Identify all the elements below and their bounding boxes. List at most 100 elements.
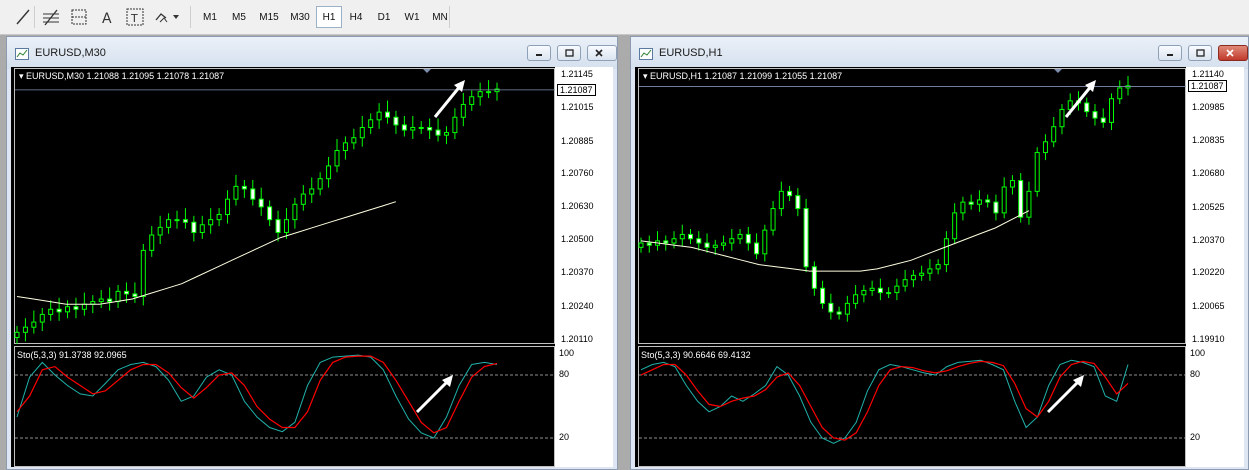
chart-window-h1: EURUSD,H1 ▾ EURUSD,H1 1.21087 1.21099 1.2… (630, 36, 1249, 470)
chart-shift-marker (423, 69, 431, 73)
chart-canvas (14, 68, 555, 467)
candle-body (976, 199, 982, 205)
price-scale: 1.21140 1.20985 1.20835 1.20680 1.20525 1.203… (1186, 67, 1244, 467)
candle-body (894, 285, 900, 294)
candle-body (1009, 180, 1015, 188)
price-tick-label: 1.21140 (1192, 69, 1224, 79)
maximize-button[interactable] (557, 45, 581, 61)
candle-body (729, 238, 735, 244)
timeframe-button-m1[interactable]: M1 (196, 6, 224, 28)
fibonacci-icon[interactable] (40, 6, 62, 28)
timeframe-button-m5[interactable]: M5 (225, 6, 253, 28)
candle-body (81, 303, 87, 310)
candle-body (704, 242, 710, 248)
price-tick-label: 1.20220 (1192, 267, 1225, 278)
minimize-button[interactable] (1158, 45, 1182, 61)
candle-body (241, 185, 247, 190)
candle-body (65, 306, 71, 313)
stochastic-tick-label: 20 (1190, 432, 1201, 442)
line-tool-icon[interactable] (12, 6, 34, 28)
stochastic-tick-label: 80 (559, 369, 570, 379)
text-tool-icon[interactable]: A (96, 6, 118, 28)
chart-shift-marker (1054, 69, 1062, 73)
candle-body (696, 238, 702, 244)
candle-body (1117, 87, 1123, 100)
maximize-button[interactable] (1188, 45, 1212, 61)
candle-body (952, 212, 958, 240)
candle-body (861, 289, 867, 296)
candle-body (927, 268, 933, 274)
chart-window-icon (639, 47, 653, 60)
candle-body (401, 124, 407, 131)
candle-body (1026, 190, 1032, 218)
candle-body (250, 188, 256, 200)
candle-body (795, 195, 801, 210)
candle-body (140, 249, 146, 297)
chart-canvas (638, 68, 1186, 467)
grid-tool-icon[interactable] (68, 6, 90, 28)
timeframe-button-m30[interactable]: M30 (285, 6, 315, 28)
candle-body (1084, 102, 1090, 113)
price-tick-label: 1.20835 (1192, 134, 1225, 145)
candle-body (943, 238, 949, 266)
candle-body (326, 165, 332, 180)
chart-area[interactable]: ▾ EURUSD,M30 1.21088 1.21095 1.21078 1.2… (11, 67, 613, 467)
minimize-button[interactable] (527, 45, 551, 61)
stochastic-signal-line (16, 355, 498, 434)
price-tick-label: 1.20500 (561, 234, 594, 245)
toolbar-separator (190, 6, 191, 28)
candle-body (1059, 108, 1065, 128)
candle-body (935, 264, 941, 270)
candle-body (712, 244, 718, 248)
shapes-dropdown-icon[interactable] (152, 6, 182, 28)
candle-body (762, 229, 768, 255)
candle-body (960, 201, 966, 214)
timeframe-button-w1[interactable]: W1 (399, 6, 425, 28)
candle-body (22, 326, 28, 333)
candle-body (317, 178, 323, 190)
svg-text:T: T (130, 12, 138, 25)
candle-body (1018, 180, 1024, 218)
candle-body (745, 233, 751, 244)
text-label-icon[interactable]: T (124, 6, 146, 28)
price-tick-label: 1.21145 (561, 69, 593, 79)
candle-body (283, 219, 289, 233)
candle-body (174, 219, 180, 222)
candle-body (754, 242, 760, 255)
candle-body (902, 279, 908, 287)
timeframe-button-h4[interactable]: H4 (343, 6, 369, 28)
candle-body (132, 293, 138, 297)
candle-body (688, 233, 694, 240)
price-tick-label: 1.20885 (561, 135, 594, 146)
candle-body (393, 116, 399, 126)
toolbar-separator (34, 6, 35, 28)
candle-body (292, 203, 298, 221)
window-titlebar: EURUSD,H1 (631, 37, 1248, 69)
chart-area[interactable]: ▾ EURUSD,H1 1.21087 1.21099 1.21055 1.21… (635, 67, 1244, 467)
candle-body (1108, 98, 1114, 123)
candle-body (115, 290, 121, 303)
window-title: EURUSD,H1 (659, 47, 723, 59)
close-button[interactable] (1218, 45, 1248, 61)
stochastic-tick-label: 100 (559, 348, 575, 358)
candle-body (435, 129, 441, 136)
candle-body (427, 126, 433, 131)
close-button[interactable] (587, 45, 617, 61)
candle-body (275, 219, 281, 233)
timeframe-button-m15[interactable]: M15 (254, 6, 284, 28)
candle-body (844, 302, 850, 315)
price-tick-label: 1.20525 (1192, 201, 1225, 212)
candle-body (157, 226, 163, 236)
candle-body (443, 132, 449, 136)
candle-body (836, 311, 842, 315)
candle-body (267, 206, 273, 221)
candle-body (1051, 126, 1057, 143)
timeframe-button-h1[interactable]: H1 (316, 6, 342, 28)
price-tick-label: 1.20370 (1192, 234, 1225, 245)
timeframe-button-d1[interactable]: D1 (370, 6, 398, 28)
chart-window-icon (15, 47, 29, 60)
trend-arrow-stochastic (415, 378, 451, 414)
candle-body (828, 302, 834, 313)
candle-body (368, 119, 374, 128)
candle-body (48, 308, 54, 315)
